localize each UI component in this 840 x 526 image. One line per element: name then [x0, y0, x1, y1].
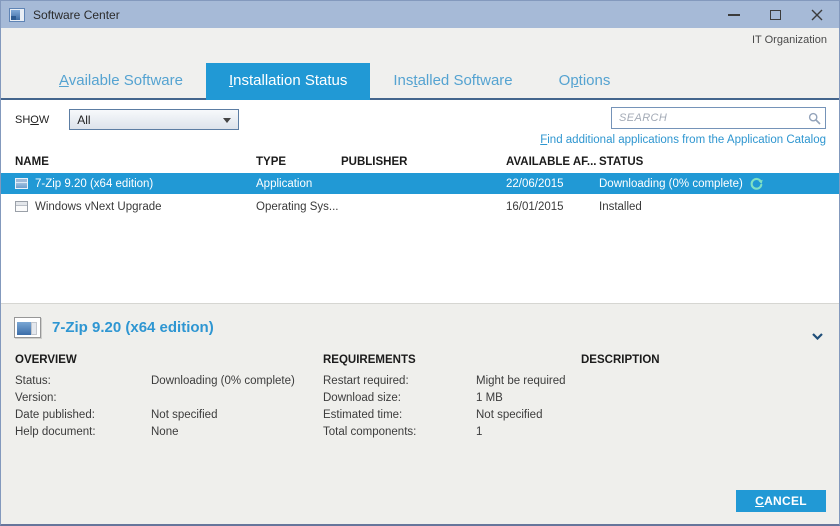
overview-value: None: [151, 426, 323, 438]
requirements-label: Estimated time:: [323, 409, 476, 421]
overview-label: Help document:: [15, 426, 151, 438]
show-filter-group: SHOW All: [15, 109, 239, 130]
search-box: [611, 107, 826, 129]
close-icon[interactable]: [811, 9, 823, 21]
minimize-icon[interactable]: [728, 14, 740, 16]
list-area: SHOW All Find additional applications fr…: [1, 100, 839, 303]
description-text: [581, 375, 829, 438]
window-controls: [728, 9, 831, 21]
overview-label: Date published:: [15, 409, 151, 421]
requirements-heading: REQUIREMENTS: [323, 354, 581, 370]
row-available-date: 16/01/2015: [506, 201, 599, 213]
show-label: SHOW: [15, 114, 49, 126]
overview-value: [151, 392, 323, 404]
app-window-icon: [9, 8, 25, 22]
column-header-available[interactable]: AVAILABLE AF...: [506, 156, 599, 168]
column-header-name[interactable]: NAME: [15, 156, 256, 168]
search-input[interactable]: [612, 112, 808, 124]
organization-label: IT Organization: [752, 34, 827, 46]
description-heading: DESCRIPTION: [581, 354, 829, 370]
row-status: Installed: [599, 201, 839, 213]
detail-grid: OVERVIEW REQUIREMENTS DESCRIPTION Status…: [15, 354, 829, 438]
dropdown-arrow-icon: [223, 118, 231, 123]
requirements-value: 1 MB: [476, 392, 581, 404]
overview-heading: OVERVIEW: [15, 354, 323, 370]
requirements-value: Might be required: [476, 375, 581, 387]
application-catalog-link[interactable]: Find additional applications from the Ap…: [540, 134, 826, 146]
tab-bar: Available Software Installation Status I…: [1, 63, 839, 100]
window-title: Software Center: [33, 8, 120, 22]
tab-installation-status[interactable]: Installation Status: [206, 63, 370, 98]
detail-title: 7-Zip 9.20 (x64 edition): [52, 319, 214, 336]
requirements-label: Total components:: [323, 426, 476, 438]
requirements-value: Not specified: [476, 409, 581, 421]
cancel-button[interactable]: CANCEL: [736, 490, 826, 512]
maximize-icon[interactable]: [770, 10, 781, 20]
column-header-status[interactable]: STATUS: [599, 156, 839, 168]
overview-value: Not specified: [151, 409, 323, 421]
application-detail-icon: [14, 317, 41, 338]
requirements-label: Download size:: [323, 392, 476, 404]
table-row[interactable]: Windows vNext Upgrade Operating Sys... 1…: [1, 196, 839, 217]
column-header-publisher[interactable]: PUBLISHER: [341, 156, 506, 168]
search-icon[interactable]: [808, 112, 821, 125]
header: IT Organization Available Software Insta…: [1, 28, 839, 100]
row-status: Downloading (0% complete): [599, 178, 743, 190]
tab-installed-software[interactable]: Installed Software: [370, 63, 535, 98]
requirements-value: 1: [476, 426, 581, 438]
row-name: 7-Zip 9.20 (x64 edition): [35, 178, 153, 190]
detail-panel: 7-Zip 9.20 (x64 edition) OVERVIEW REQUIR…: [1, 303, 839, 524]
show-filter-dropdown[interactable]: All: [69, 109, 239, 130]
collapse-panel-chevron-icon[interactable]: [812, 327, 823, 345]
table-header: NAME TYPE PUBLISHER AVAILABLE AF... STAT…: [1, 156, 839, 168]
operating-system-file-icon: [15, 201, 28, 212]
application-file-icon: [15, 178, 28, 189]
requirements-label: Restart required:: [323, 375, 476, 387]
tab-available-software[interactable]: Available Software: [36, 63, 206, 98]
downloading-spinner-icon: [750, 177, 763, 190]
overview-label: Status:: [15, 375, 151, 387]
detail-header: 7-Zip 9.20 (x64 edition): [14, 317, 214, 338]
overview-value: Downloading (0% complete): [151, 375, 323, 387]
row-type: Operating Sys...: [256, 201, 341, 213]
tab-options[interactable]: Options: [536, 63, 634, 98]
title-bar: Software Center: [1, 1, 839, 28]
row-name: Windows vNext Upgrade: [35, 201, 162, 213]
software-center-window: Software Center IT Organization Availabl…: [0, 0, 840, 526]
row-available-date: 22/06/2015: [506, 178, 599, 190]
row-type: Application: [256, 178, 341, 190]
table-row[interactable]: 7-Zip 9.20 (x64 edition) Application 22/…: [1, 173, 839, 194]
overview-label: Version:: [15, 392, 151, 404]
show-filter-value: All: [77, 113, 90, 127]
column-header-type[interactable]: TYPE: [256, 156, 341, 168]
